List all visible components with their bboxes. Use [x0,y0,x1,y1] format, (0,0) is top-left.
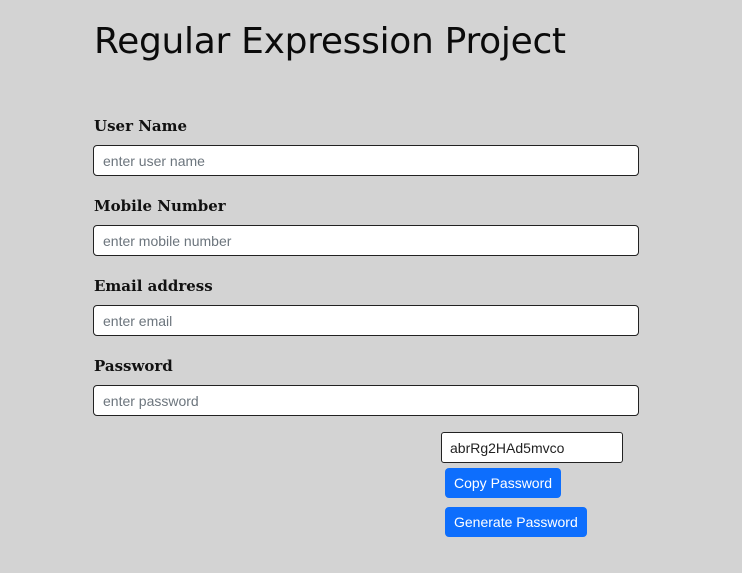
copy-password-button[interactable]: Copy Password [445,468,562,498]
email-input[interactable] [93,305,639,336]
email-label: Email address [94,277,213,295]
mobile-label: Mobile Number [94,197,226,215]
password-input[interactable] [93,385,639,416]
username-input[interactable] [93,145,639,176]
password-label: Password [94,357,173,375]
page-title: Regular Expression Project [94,21,566,62]
generate-password-button[interactable]: Generate Password [445,507,587,537]
mobile-input[interactable] [93,225,639,256]
username-label: User Name [94,117,188,135]
generated-password-field[interactable] [441,432,623,463]
